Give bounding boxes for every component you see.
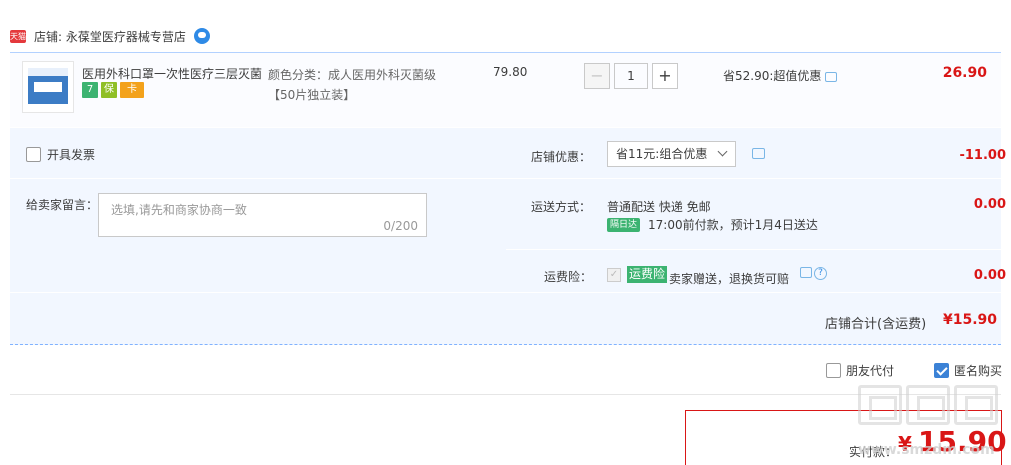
decrease-button[interactable]: − [584, 63, 610, 89]
next-day-badge: 隔日达 [607, 217, 641, 232]
insurance-description: 卖家赠送，退换货可赔 [669, 272, 790, 286]
message-char-count: 0/200 [383, 219, 418, 233]
service-icons: 7 保 卡 [82, 82, 144, 98]
watermark [858, 385, 998, 425]
divider [10, 178, 506, 179]
invoice-label: 开具发票 [47, 148, 96, 162]
divider [10, 394, 1001, 395]
quantity-stepper: − 1 + [584, 63, 678, 89]
message-field[interactable]: 选填,请先和商家协商一致 0/200 [98, 193, 427, 237]
shop-discount-amount: -11.00 [959, 148, 1006, 163]
message-label: 给卖家留言： [26, 198, 99, 212]
sku-line-2: 【50片独立装】 [268, 88, 356, 102]
quantity-input[interactable]: 1 [614, 63, 648, 89]
divider [506, 178, 1001, 179]
insurance-badge: 运费险 [627, 266, 668, 283]
shop-name[interactable]: 店铺: 永葆堂医疗器械专营店 [34, 28, 186, 45]
chevron-down-icon [717, 146, 728, 157]
comment-icon[interactable] [752, 148, 765, 159]
shop-discount-label: 店铺优惠： [531, 150, 592, 164]
shop-total-amount: ¥15.90 [942, 312, 997, 328]
friend-pay-label: 朋友代付 [846, 364, 895, 378]
friend-pay-checkbox[interactable] [826, 363, 841, 378]
chat-icon[interactable] [193, 28, 210, 44]
order-item-row: 医用外科口罩一次性医疗三层灭菌 7 保 卡 颜色分类：成人医用外科灭菌级 【50… [10, 52, 1001, 127]
friend-pay-option[interactable]: 朋友代付 [826, 362, 894, 379]
product-sku: 颜色分类：成人医用外科灭菌级 【50片独立装】 [268, 65, 436, 105]
item-subtotal: 26.90 [942, 65, 987, 81]
savings-text: 省52.90:超值优惠 [723, 67, 838, 84]
credit-card-icon[interactable]: 卡 [120, 82, 144, 98]
insurance-icons: ? [800, 267, 827, 280]
insurance-label: 运费险： [544, 270, 593, 284]
unit-price: 79.80 [493, 65, 528, 79]
help-icon[interactable]: ? [814, 267, 827, 280]
shipping-label: 运送方式： [531, 200, 592, 214]
anonymous-label: 匿名购买 [954, 364, 1003, 378]
product-title[interactable]: 医用外科口罩一次性医疗三层灭菌 [82, 65, 264, 82]
tmall-icon: 天猫 [10, 29, 26, 43]
shop-discount-select[interactable]: 省11元:组合优惠 [607, 141, 736, 167]
shipping-method: 普通配送 快递 免邮 [607, 200, 711, 214]
sku-line-1: 颜色分类：成人医用外科灭菌级 [268, 68, 437, 82]
invoice-checkbox[interactable] [26, 147, 41, 162]
watermark-url: www.smzdm.com [858, 442, 995, 458]
savings-label: 省52.90:超值优惠 [723, 69, 822, 83]
comment-icon[interactable] [825, 71, 838, 82]
invoice-option[interactable]: 开具发票 [26, 146, 95, 163]
comment-icon[interactable] [800, 267, 812, 278]
increase-button[interactable]: + [652, 63, 678, 89]
anonymous-checkbox[interactable] [934, 363, 949, 378]
delivery-estimate: 隔日达 17:00前付款，预计1月4日送达 [607, 216, 818, 233]
shop-header: 天猫 店铺: 永葆堂医疗器械专营店 [10, 26, 210, 46]
message-placeholder: 选填,请先和商家协商一致 [111, 203, 247, 217]
shipping-amount: 0.00 [973, 197, 1006, 212]
insurance-amount: 0.00 [973, 268, 1006, 283]
delivery-eta: 17:00前付款，预计1月4日送达 [648, 218, 818, 232]
anonymous-option[interactable]: 匿名购买 [934, 362, 1002, 379]
shop-discount-value: 省11元:组合优惠 [616, 147, 708, 161]
guarantee-icon[interactable]: 保 [101, 82, 117, 98]
divider [506, 249, 1001, 250]
insurance-checkbox: ✓ [607, 268, 621, 282]
shop-total-label: 店铺合计(含运费) [825, 317, 927, 332]
product-thumbnail[interactable] [22, 61, 74, 113]
seven-day-return-icon[interactable]: 7 [82, 82, 98, 98]
